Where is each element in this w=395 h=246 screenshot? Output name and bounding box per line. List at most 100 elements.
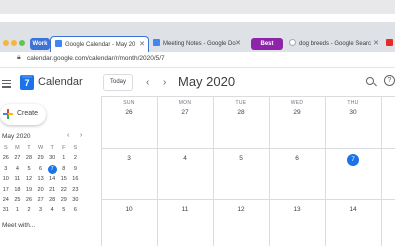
day-cell-number[interactable]: 28 [213,108,269,118]
mini-day[interactable]: 4 [12,164,24,174]
mini-day[interactable]: 3 [35,205,47,215]
mini-day-number: 1 [62,155,66,162]
mini-day[interactable]: 17 [0,185,12,195]
mini-day[interactable]: 7 [46,164,58,174]
day-cell-number[interactable]: 3 [101,154,157,164]
mini-day-number: 29 [60,196,67,203]
mini-day-number: 3 [4,165,8,172]
tab-dog-breeds[interactable]: dog breeds - Google Searc ✕ [285,36,382,52]
mini-day[interactable]: 27 [12,153,24,163]
close-tab-icon[interactable]: ✕ [235,36,241,52]
mini-day[interactable]: 8 [58,164,70,174]
mini-week-row: 17 18 19 20 21 22 23 [0,185,100,195]
day-cell-number[interactable]: 14 [325,205,381,215]
day-cell-number[interactable]: 7 [325,154,381,166]
tab-group-work[interactable]: Work [30,38,50,50]
mini-day[interactable]: 13 [35,174,47,184]
minimize-window-icon[interactable] [11,40,17,46]
mini-day-number: 16 [72,176,79,183]
mini-day[interactable]: 28 [46,195,58,205]
mini-day[interactable]: 6 [70,205,82,215]
mini-weekday-row: S M TWT F S [0,143,100,153]
day-cell-number[interactable]: 5 [213,154,269,164]
mini-day[interactable]: 15 [58,174,70,184]
mini-day[interactable]: 11 [12,174,24,184]
mini-day[interactable]: 2 [23,205,35,215]
mini-day-number: 13 [37,176,44,183]
day-cell-number[interactable]: 4 [157,154,213,164]
mini-day-number: 2 [27,207,31,214]
mini-day[interactable]: 20 [35,185,47,195]
mini-day[interactable]: 26 [23,195,35,205]
main-menu-icon[interactable] [2,80,11,90]
day-number: 12 [237,206,245,213]
tab-group-best-friend[interactable]: Best Friend [251,38,283,59]
day-cell-number[interactable]: 12 [213,205,269,215]
mini-day[interactable]: 26 [0,153,12,163]
next-month-icon[interactable]: › [163,74,166,91]
mini-day[interactable]: 3 [0,164,12,174]
mini-day[interactable]: 1 [58,153,70,163]
today-button[interactable]: Today [103,74,133,91]
zoom-window-icon[interactable] [19,40,25,46]
mini-day[interactable]: 23 [70,185,82,195]
close-tab-icon[interactable]: ✕ [139,37,145,52]
day-cell-number[interactable]: 11 [157,205,213,215]
tab-google-calendar[interactable]: Google Calendar - May 20 ✕ [50,36,149,52]
close-window-icon[interactable] [3,40,9,46]
grid-row-divider [101,199,395,200]
grid-column-divider [101,96,102,246]
mini-day[interactable]: 14 [46,174,58,184]
mini-day[interactable]: 18 [12,185,24,195]
day-cell-number[interactable]: 27 [157,108,213,118]
mini-weekday-label: T [27,145,31,151]
mini-day-number: 11 [14,176,21,183]
help-icon[interactable]: ? [384,75,395,86]
previous-month-icon[interactable]: ‹ [146,74,149,91]
day-number: 14 [349,206,357,213]
mini-weekday-label: S [3,145,8,151]
mini-day[interactable]: 25 [12,195,24,205]
mini-previous-icon[interactable]: ‹ [67,132,69,139]
mini-day[interactable]: 9 [70,164,82,174]
day-cell-number[interactable]: 26 [101,108,157,118]
mini-next-icon[interactable]: › [80,132,82,139]
mini-day[interactable]: 21 [46,185,58,195]
tab-meeting-notes[interactable]: Meeting Notes - Google Do ✕ [149,36,244,52]
day-cell-number[interactable]: 10 [101,205,157,215]
search-icon[interactable] [366,77,374,85]
day-number: 29 [293,109,301,116]
day-number: 4 [183,155,187,162]
day-cell-number[interactable]: 30 [325,108,381,118]
mini-day[interactable]: 2 [70,153,82,163]
mini-day[interactable]: 31 [0,205,12,215]
meet-with-label[interactable]: Meet with... [2,222,35,229]
mini-day[interactable]: 5 [58,205,70,215]
mini-day[interactable]: 28 [23,153,35,163]
mini-day[interactable]: 29 [35,153,47,163]
tab-youtube[interactable] [384,36,395,52]
mini-day[interactable]: 27 [35,195,47,205]
close-tab-icon[interactable]: ✕ [373,36,379,52]
mini-day[interactable]: 30 [70,195,82,205]
mini-day-number: 3 [39,207,43,214]
mini-day[interactable]: 30 [46,153,58,163]
mini-day[interactable]: 24 [0,195,12,205]
day-cell-number[interactable]: 13 [269,205,325,215]
app-title: Calendar [38,76,83,88]
mini-day[interactable]: 10 [0,174,12,184]
mini-day[interactable]: 1 [12,205,24,215]
weekday-header: MON [178,100,192,106]
mini-day[interactable]: 16 [70,174,82,184]
mini-day[interactable]: 5 [23,164,35,174]
day-cell-number[interactable]: 29 [269,108,325,118]
mini-day[interactable]: 29 [58,195,70,205]
url-text[interactable]: calendar.google.com/calendar/r/month/202… [27,54,165,64]
mini-day[interactable]: 22 [58,185,70,195]
mini-day[interactable]: 12 [23,174,35,184]
day-cell-number[interactable]: 6 [269,154,325,164]
mini-day[interactable]: 4 [46,205,58,215]
grid-column-divider [213,96,214,246]
mini-day[interactable]: 19 [23,185,35,195]
mini-day[interactable]: 6 [35,164,47,174]
